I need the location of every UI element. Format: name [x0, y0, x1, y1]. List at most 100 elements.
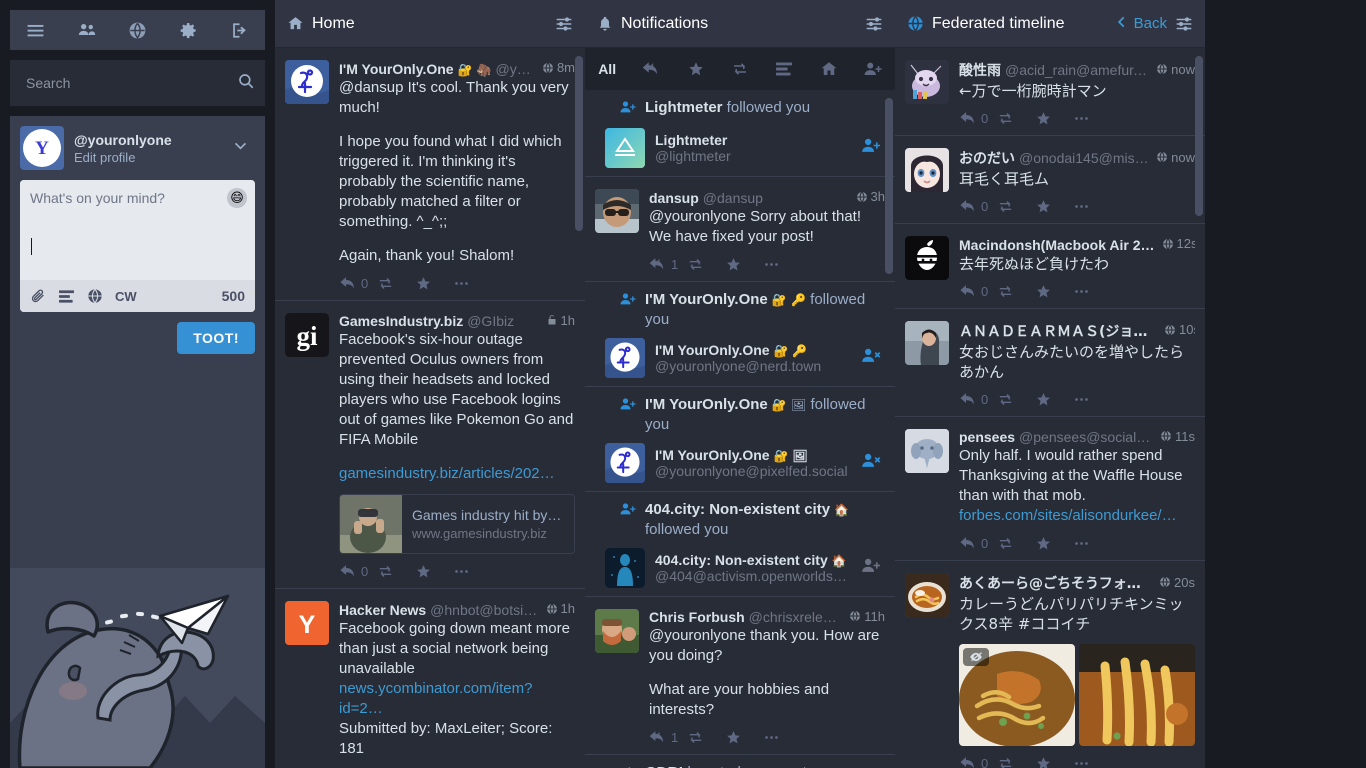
avatar[interactable] — [605, 337, 645, 378]
favourite-button[interactable] — [725, 729, 763, 746]
status-item[interactable]: 酸性雨 @acid_rain@amefur.a… now ←万で一桁腕時計マン — [895, 48, 1205, 136]
reply-button[interactable]: 0 — [959, 391, 997, 408]
notification-item[interactable]: I'M YourOnly.One 🔐 🖼 followed you I'M Yo… — [585, 387, 895, 492]
status-link[interactable]: forbes.com/sites/alisondurkee/… — [959, 506, 1195, 526]
reply-button[interactable]: 0 — [339, 275, 377, 292]
follow-add-icon[interactable] — [860, 136, 885, 160]
favourite-button[interactable] — [1035, 110, 1073, 127]
reply-button[interactable]: 0 — [959, 110, 997, 127]
reply-button[interactable]: 0 — [959, 198, 997, 215]
preview-card[interactable]: Games industry hit by Fa… www.gamesindus… — [339, 494, 575, 554]
avatar[interactable] — [905, 573, 949, 617]
gear-icon[interactable] — [166, 10, 212, 50]
notifications-column-header[interactable]: Notifications — [585, 0, 895, 48]
boost-button[interactable] — [687, 256, 725, 273]
avatar[interactable] — [605, 442, 645, 483]
federated-scrollbar[interactable] — [1195, 56, 1203, 216]
reply-button[interactable]: 0 — [339, 563, 377, 580]
notification-item[interactable]: 404.city: Non-existent city 🏠 followed y… — [585, 492, 895, 597]
media-item[interactable] — [959, 644, 1075, 746]
notification-tab-all[interactable]: All — [585, 48, 629, 98]
chevron-down-icon[interactable] — [232, 137, 255, 159]
account-card[interactable]: Lightmeter @lightmeter — [595, 128, 885, 168]
visibility-globe-icon[interactable] — [87, 288, 103, 304]
boost-button[interactable] — [997, 283, 1035, 300]
menu-icon[interactable] — [13, 10, 59, 50]
account-header[interactable]: Y @youronlyone Edit profile — [10, 116, 265, 180]
globe-icon[interactable] — [115, 10, 161, 50]
more-options-button[interactable] — [1073, 755, 1111, 768]
home-scrollbar[interactable] — [575, 56, 583, 231]
favourite-button[interactable] — [1035, 755, 1073, 768]
boost-button[interactable] — [377, 563, 415, 580]
favourite-button[interactable] — [415, 275, 453, 292]
poll-icon[interactable] — [58, 289, 75, 304]
notification-tab-boosts[interactable] — [718, 48, 762, 90]
toot-button[interactable]: TOOT! — [177, 322, 255, 354]
notification-tab-follows[interactable] — [851, 48, 895, 90]
media-item[interactable] — [1079, 644, 1195, 746]
eye-slash-icon[interactable] — [963, 648, 989, 666]
search-icon[interactable] — [237, 72, 255, 95]
status-link[interactable]: news.ycombinator.com/item?id=2… — [339, 679, 575, 719]
account-card[interactable]: 404.city: Non-existent city 🏠 @404@activ… — [595, 547, 885, 588]
compose-textarea[interactable]: What's on your mind? 😄 — [20, 180, 255, 280]
boost-button[interactable] — [997, 535, 1035, 552]
boost-button[interactable] — [997, 110, 1035, 127]
reply-button[interactable]: 0 — [959, 283, 997, 300]
federated-column-header[interactable]: Federated timeline Back — [895, 0, 1205, 48]
status-item[interactable]: Macindonsh(Macbook Air 2… 12s 去年死ぬほど負けたわ… — [895, 224, 1205, 309]
notification-item[interactable]: GDR! boosted your post I'M YourOnly.One … — [585, 755, 895, 768]
notifications-scrollbar[interactable] — [885, 98, 893, 274]
status-item[interactable]: Y Hacker News @hnbot@botsin.… 1h Faceboo… — [275, 589, 585, 768]
more-options-button[interactable] — [453, 563, 491, 580]
avatar[interactable]: gi — [285, 312, 329, 357]
notification-item[interactable]: dansup @dansup 3h @youronlyone Sorry abo… — [585, 177, 895, 282]
avatar[interactable] — [605, 547, 645, 588]
avatar[interactable] — [905, 60, 949, 104]
status-item[interactable]: I'M YourOnly.One 🔐 🦣 @yo… 8m @dansup It'… — [275, 48, 585, 301]
favourite-button[interactable] — [1035, 198, 1073, 215]
unfollow-icon[interactable] — [860, 451, 885, 475]
search-input[interactable] — [10, 60, 265, 106]
sliders-icon[interactable] — [865, 15, 883, 33]
notification-item[interactable]: I'M YourOnly.One 🔐 🔑 followed you I'M Yo… — [585, 282, 895, 387]
notification-item[interactable]: Chris Forbush @chrisxrelentle… 11h @your… — [585, 597, 895, 755]
federated-column-body[interactable]: 酸性雨 @acid_rain@amefur.a… now ←万で一桁腕時計マン — [895, 48, 1205, 768]
back-button[interactable]: Back — [1115, 15, 1167, 33]
reply-button[interactable]: 1 — [649, 256, 687, 273]
notification-tab-polls[interactable] — [762, 48, 806, 90]
reply-button[interactable]: 0 — [959, 535, 997, 552]
notification-tab-mentions[interactable] — [629, 48, 673, 90]
more-options-button[interactable] — [763, 729, 801, 746]
avatar[interactable] — [595, 608, 639, 653]
reply-button[interactable]: 1 — [649, 729, 687, 746]
community-icon[interactable] — [64, 10, 110, 50]
avatar[interactable] — [905, 148, 949, 192]
sliders-icon[interactable] — [555, 15, 573, 33]
avatar[interactable] — [905, 320, 949, 365]
home-column-body[interactable]: I'M YourOnly.One 🔐 🦣 @yo… 8m @dansup It'… — [275, 48, 585, 768]
avatar[interactable] — [285, 60, 329, 104]
boost-button[interactable] — [687, 729, 725, 746]
emoji-picker-icon[interactable]: 😄 — [227, 188, 247, 208]
favourite-button[interactable] — [1035, 391, 1073, 408]
account-card[interactable]: I'M YourOnly.One 🔐 🔑 @youronlyone@nerd.t… — [595, 337, 885, 378]
boost-button[interactable] — [377, 275, 415, 292]
more-options-button[interactable] — [763, 256, 801, 273]
notification-tab-statuses[interactable] — [806, 48, 850, 90]
boost-button[interactable] — [997, 391, 1035, 408]
notifications-column-body[interactable]: Lightmeter followed you Lightmeter @ligh… — [585, 90, 895, 768]
favourite-button[interactable] — [1035, 283, 1073, 300]
favourite-button[interactable] — [725, 256, 763, 273]
favourite-button[interactable] — [1035, 535, 1073, 552]
boost-button[interactable] — [997, 755, 1035, 768]
avatar[interactable] — [605, 128, 645, 168]
home-column-header[interactable]: Home — [275, 0, 585, 48]
logout-icon[interactable] — [217, 10, 263, 50]
cw-toggle[interactable]: CW — [115, 289, 137, 304]
status-item[interactable]: pensees @pensees@social.fr… 11s Only hal… — [895, 417, 1205, 561]
more-options-button[interactable] — [1073, 391, 1111, 408]
more-options-button[interactable] — [1073, 283, 1111, 300]
notification-item[interactable]: Lightmeter followed you Lightmeter @ligh… — [585, 90, 895, 177]
